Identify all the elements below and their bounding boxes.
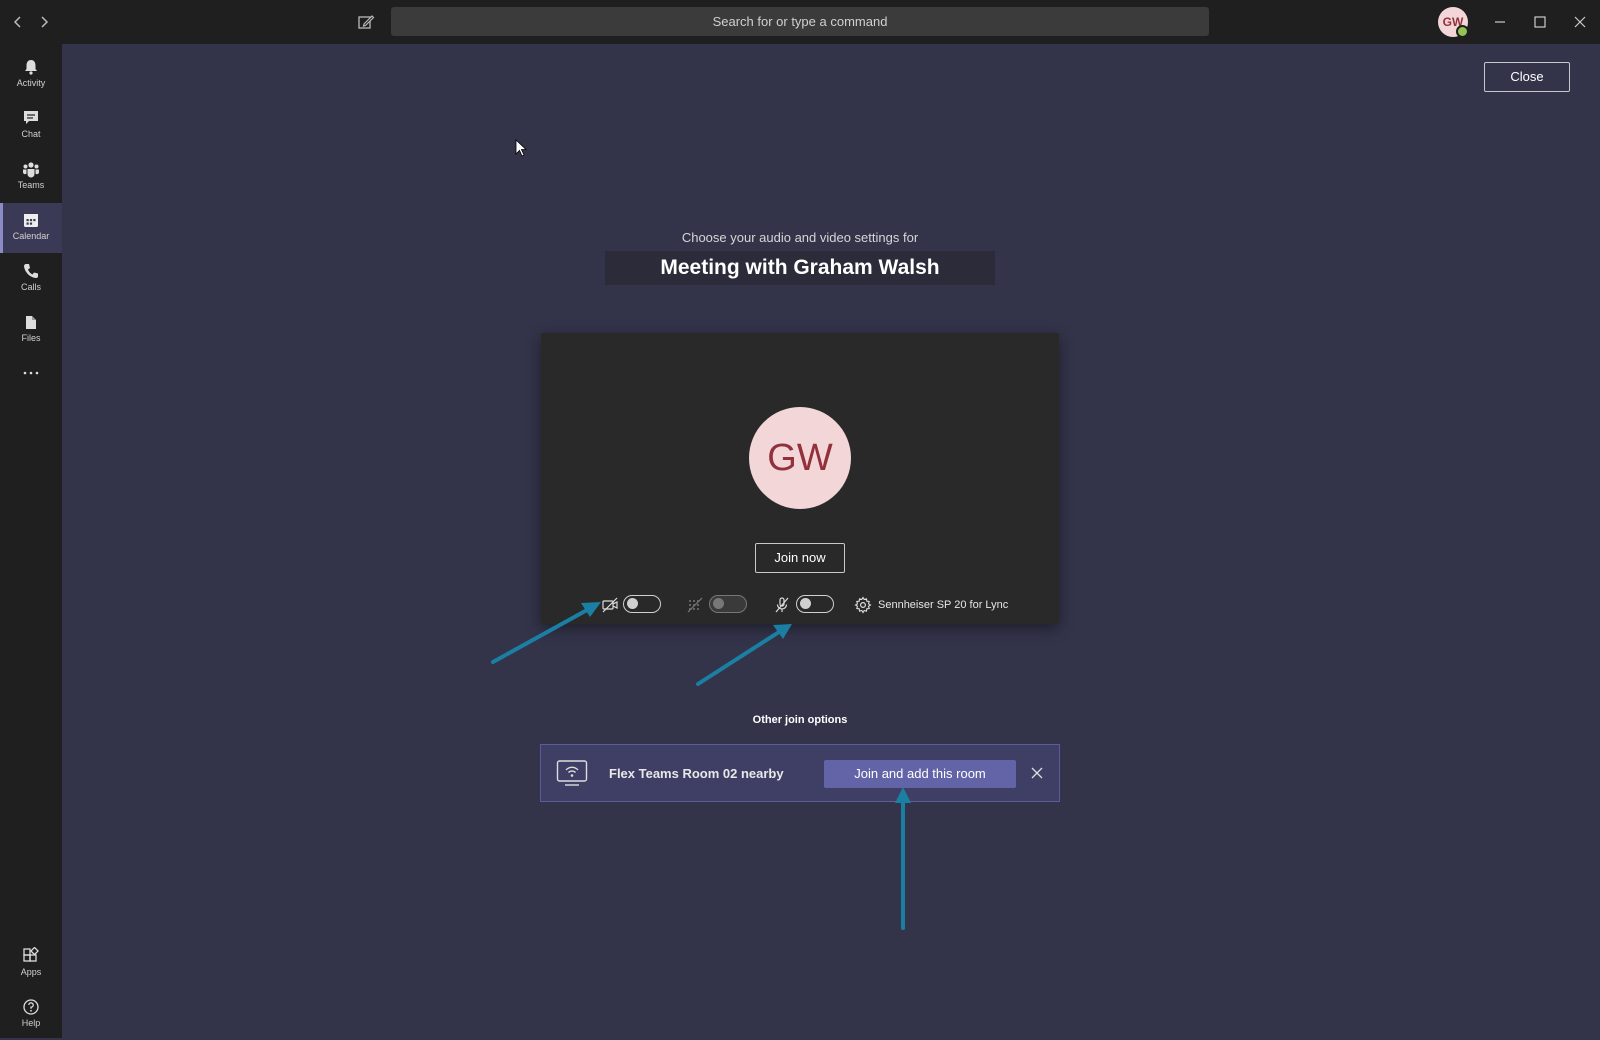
back-arrow-icon[interactable]: [8, 12, 28, 32]
rail-label: Apps: [20, 967, 42, 977]
meeting-title: Meeting with Graham Walsh: [605, 251, 995, 285]
rail-label: Files: [21, 333, 41, 343]
room-display-icon: [556, 760, 588, 786]
rail-label: Activity: [16, 78, 46, 88]
toggle-knob: [627, 598, 638, 609]
background-blur-icon: [687, 597, 703, 613]
annotation-arrowhead: [773, 624, 792, 639]
settings-subtitle: Choose your audio and video settings for: [681, 230, 919, 245]
chat-icon: [24, 111, 38, 124]
file-icon: [26, 316, 36, 329]
audio-device-label[interactable]: Sennheiser SP 20 for Lync: [878, 596, 1008, 614]
nearby-room-label: Flex Teams Room 02 nearby: [609, 766, 784, 781]
more-icon: [23, 371, 39, 375]
title-bar: Search for or type a command GW: [0, 0, 1600, 44]
user-avatar[interactable]: GW: [1438, 7, 1469, 38]
nearby-room-bar: Flex Teams Room 02 nearby Join and add t…: [540, 744, 1060, 802]
calendar-icon: [24, 214, 38, 227]
mic-off-icon: [775, 597, 789, 613]
window-close-icon[interactable]: [1570, 12, 1590, 32]
join-now-button[interactable]: Join now: [755, 543, 845, 573]
phone-icon: [24, 264, 38, 278]
more-apps-button[interactable]: [0, 356, 62, 386]
toggle-knob: [713, 598, 724, 609]
rail-label: Help: [21, 1018, 41, 1028]
rail-item-calendar[interactable]: Calendar: [0, 203, 62, 253]
app-rail: Activity Chat Teams Calendar Calls Files…: [0, 44, 62, 1038]
dismiss-icon[interactable]: [1029, 765, 1045, 781]
mouse-cursor-icon: [515, 139, 528, 157]
camera-off-icon: [602, 597, 618, 613]
video-preview: GW Join now Sennheiser SP 20 for Lync: [541, 333, 1059, 624]
rail-label: Calls: [20, 282, 41, 292]
toggle-knob: [800, 598, 811, 609]
rail-item-help[interactable]: Help: [0, 990, 62, 1040]
annotation-arrow: [696, 630, 781, 686]
help-icon: [23, 999, 39, 1015]
mic-toggle[interactable]: [796, 595, 834, 613]
rail-item-activity[interactable]: Activity: [0, 50, 62, 100]
other-join-options-heading: Other join options: [752, 714, 848, 726]
close-button[interactable]: Close: [1484, 62, 1570, 92]
presence-indicator: [1456, 25, 1469, 38]
forward-arrow-icon[interactable]: [34, 12, 54, 32]
teams-icon: [22, 162, 40, 178]
join-and-add-room-button[interactable]: Join and add this room: [824, 760, 1016, 788]
rail-item-chat[interactable]: Chat: [0, 101, 62, 151]
rail-item-files[interactable]: Files: [0, 305, 62, 355]
bell-icon: [25, 60, 37, 75]
minimize-icon[interactable]: [1490, 12, 1510, 32]
camera-toggle[interactable]: [623, 595, 661, 613]
gear-icon[interactable]: [854, 596, 872, 614]
rail-label: Calendar: [12, 231, 50, 241]
search-input[interactable]: Search for or type a command: [391, 7, 1209, 36]
preview-avatar: GW: [749, 407, 851, 509]
apps-icon: [23, 947, 39, 962]
rail-item-apps[interactable]: Apps: [0, 939, 62, 989]
rail-item-teams[interactable]: Teams: [0, 152, 62, 202]
rail-item-calls[interactable]: Calls: [0, 254, 62, 304]
maximize-icon[interactable]: [1530, 12, 1550, 32]
blur-toggle[interactable]: [709, 595, 747, 613]
rail-label: Chat: [21, 129, 41, 139]
rail-label: Teams: [17, 180, 45, 190]
compose-icon[interactable]: [356, 12, 376, 32]
